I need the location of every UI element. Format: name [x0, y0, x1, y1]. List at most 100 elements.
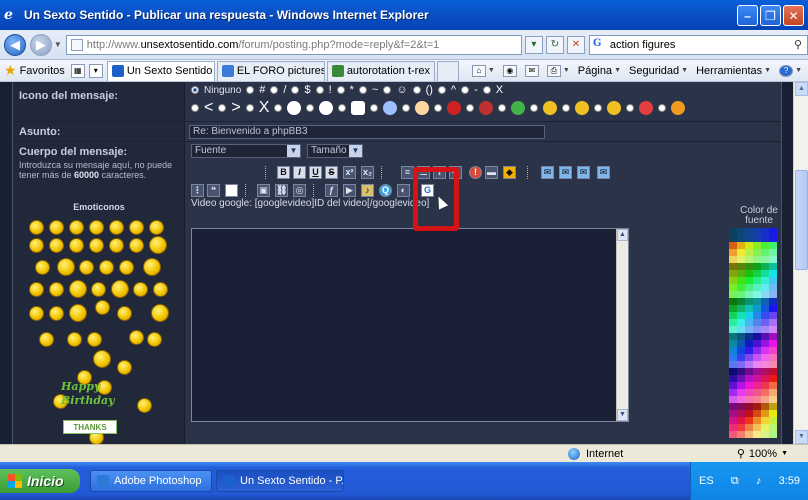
color-swatch[interactable]: [745, 291, 753, 298]
color-swatch[interactable]: [745, 431, 753, 438]
color-swatch[interactable]: [729, 396, 737, 403]
radio-icon[interactable]: [246, 86, 255, 94]
color-swatch[interactable]: [761, 298, 769, 305]
color-swatch[interactable]: [769, 333, 777, 340]
tools-menu[interactable]: Herramientas ▼: [696, 65, 771, 77]
color-swatch[interactable]: [769, 326, 777, 333]
color-swatch[interactable]: [737, 263, 745, 270]
bold-button[interactable]: B: [277, 166, 290, 179]
cool-emoticon-icon[interactable]: [109, 220, 124, 235]
color-swatch[interactable]: [729, 270, 737, 277]
neutral-emoticon-icon[interactable]: [35, 260, 50, 275]
address-bar[interactable]: http://www. unsextosentido.com/forum/post…: [65, 34, 522, 55]
back-button[interactable]: ◀: [4, 33, 26, 56]
home-button[interactable]: ⌂ ▼: [471, 64, 495, 77]
forward-button[interactable]: ▶: [29, 33, 52, 56]
bounce-emoticon-icon[interactable]: [93, 350, 111, 368]
sound-icon[interactable]: ♪: [361, 184, 374, 197]
confused-emoticon-icon[interactable]: [153, 282, 168, 297]
tab-autorotation[interactable]: autorotation t-rex: [326, 60, 435, 81]
radio-none[interactable]: [191, 86, 199, 94]
color-swatch[interactable]: [761, 277, 769, 284]
color-swatch[interactable]: [753, 333, 761, 340]
subject-input[interactable]: Re: Bienvenido a phpBB3: [189, 125, 545, 139]
color-swatch[interactable]: [745, 242, 753, 249]
mail-send-icon[interactable]: ✉: [559, 166, 572, 179]
color-swatch[interactable]: [737, 361, 745, 368]
color-swatch[interactable]: [737, 375, 745, 382]
taskbar-item-photoshop[interactable]: Adobe Photoshop: [90, 470, 212, 492]
color-swatch[interactable]: [737, 347, 745, 354]
radio-icon[interactable]: [498, 104, 507, 112]
color-swatch[interactable]: [753, 382, 761, 389]
color-swatch[interactable]: [737, 319, 745, 326]
color-swatch[interactable]: [745, 403, 753, 410]
color-swatch[interactable]: [737, 256, 745, 263]
grin-emoticon-icon[interactable]: [49, 220, 64, 235]
color-swatch[interactable]: [761, 256, 769, 263]
color-swatch[interactable]: [753, 431, 761, 438]
color-swatch[interactable]: [745, 333, 753, 340]
shades-emoticon-icon[interactable]: [29, 282, 44, 297]
waving-emoticon-icon[interactable]: [57, 258, 75, 276]
color-swatch[interactable]: [729, 312, 737, 319]
sad-emoticon-icon[interactable]: [69, 238, 84, 253]
mail-reply-icon[interactable]: ✉: [597, 166, 610, 179]
color-swatch[interactable]: [737, 291, 745, 298]
rock-emoticon-icon[interactable]: [87, 332, 102, 347]
color-swatch[interactable]: [729, 361, 737, 368]
color-swatch[interactable]: [769, 389, 777, 396]
color-swatch[interactable]: [761, 284, 769, 291]
color-swatch[interactable]: [761, 235, 769, 242]
search-box[interactable]: G action figures ⚲: [588, 34, 808, 55]
color-swatch[interactable]: [761, 431, 769, 438]
color-swatch[interactable]: [761, 270, 769, 277]
angel-emoticon-icon[interactable]: [147, 332, 162, 347]
color-swatch[interactable]: [745, 235, 753, 242]
scroll-up-icon[interactable]: ▲: [617, 229, 628, 241]
language-indicator[interactable]: ES: [699, 475, 714, 487]
volume-icon[interactable]: ♪: [756, 475, 762, 487]
color-swatch[interactable]: [761, 340, 769, 347]
color-swatch[interactable]: [769, 312, 777, 319]
color-swatch[interactable]: [745, 270, 753, 277]
radio-icon[interactable]: [245, 104, 254, 112]
color-swatch[interactable]: [761, 326, 769, 333]
color-swatch[interactable]: [737, 424, 745, 431]
quote-icon[interactable]: ❝: [207, 184, 220, 197]
stop-icon[interactable]: ✕: [566, 35, 585, 54]
color-swatch[interactable]: [729, 235, 737, 242]
color-palette[interactable]: [729, 228, 777, 438]
radio-icon[interactable]: [191, 104, 199, 112]
peace-emoticon-icon[interactable]: [129, 330, 144, 345]
shrug-emoticon-icon[interactable]: [39, 332, 54, 347]
strike-button[interactable]: S: [325, 166, 338, 179]
radio-icon[interactable]: [306, 104, 315, 112]
tongue-emoticon-icon[interactable]: [149, 220, 164, 235]
color-swatch[interactable]: [753, 242, 761, 249]
color-swatch[interactable]: [729, 347, 737, 354]
color-swatch[interactable]: [729, 228, 737, 235]
favorites-button[interactable]: ★ Favoritos: [0, 62, 71, 79]
color-swatch[interactable]: [769, 340, 777, 347]
color-swatch[interactable]: [737, 431, 745, 438]
color-swatch[interactable]: [729, 431, 737, 438]
spoiler-icon[interactable]: ◆: [503, 166, 516, 179]
radio-icon[interactable]: [461, 86, 470, 94]
radio-icon[interactable]: [370, 104, 379, 112]
warning-icon[interactable]: !: [469, 166, 482, 179]
radio-icon[interactable]: [274, 104, 283, 112]
rolleyes-emoticon-icon[interactable]: [79, 260, 94, 275]
color-swatch[interactable]: [769, 319, 777, 326]
color-swatch[interactable]: [729, 403, 737, 410]
color-swatch[interactable]: [769, 263, 777, 270]
color-swatch[interactable]: [737, 298, 745, 305]
color-swatch[interactable]: [753, 312, 761, 319]
mail-icon[interactable]: ✉: [541, 166, 554, 179]
sleepy-emoticon-icon[interactable]: [137, 398, 152, 413]
radio-icon[interactable]: [562, 104, 571, 112]
color-swatch[interactable]: [729, 298, 737, 305]
color-swatch[interactable]: [729, 368, 737, 375]
color-swatch[interactable]: [745, 340, 753, 347]
color-swatch[interactable]: [769, 410, 777, 417]
